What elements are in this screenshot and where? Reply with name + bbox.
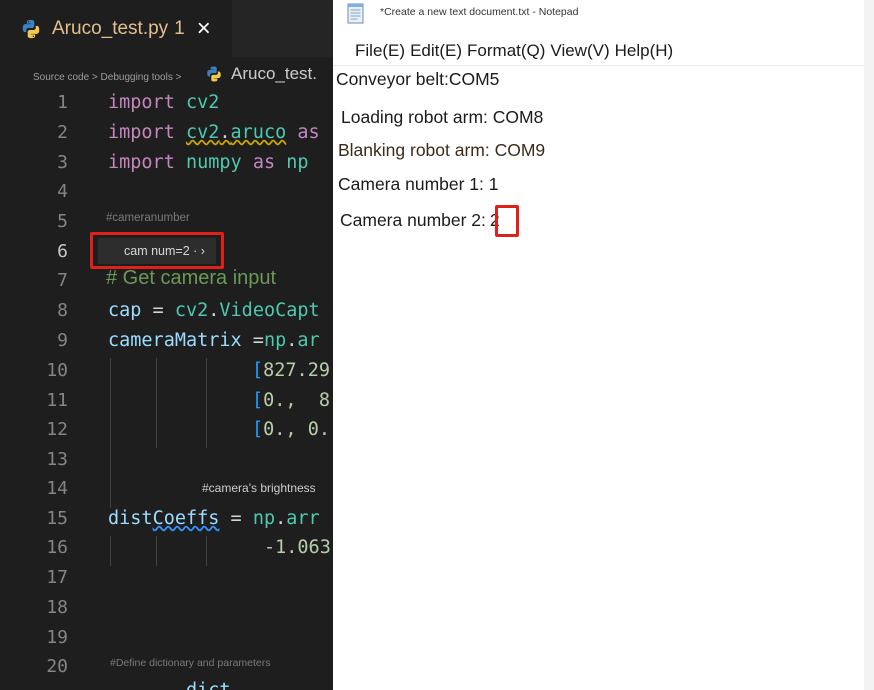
window-title: *Create a new text document.txt - Notepa…	[380, 6, 579, 18]
code-text: import cv2	[108, 92, 220, 113]
code-line[interactable]: 4	[0, 177, 333, 207]
close-icon[interactable]: ×	[197, 15, 211, 43]
line-number: 9	[57, 330, 68, 351]
code-line[interactable]: 13	[0, 445, 333, 475]
notepad-window[interactable]: *Create a new text document.txt - Notepa…	[333, 0, 864, 690]
line-number: 12	[46, 419, 68, 440]
text-line-camera-2: Camera number 2: 2	[340, 210, 500, 231]
code-line[interactable]: 17	[0, 563, 333, 593]
line-number: 10	[46, 360, 68, 381]
text-line-conveyor: Conveyor belt:COM5	[336, 69, 500, 89]
line-number: 18	[46, 597, 68, 618]
code-text: distCoeffs = np.arr	[108, 508, 320, 529]
menu-file[interactable]: File(E)	[355, 41, 405, 61]
camera-brightness-comment: #camera's brightness	[202, 481, 316, 495]
cam-num-highlight-box	[90, 232, 224, 269]
tab-aruco-test[interactable]: Aruco_test.py 1 ×	[0, 0, 232, 57]
line-number: 5	[57, 211, 68, 232]
code-line[interactable]: 11 [0., 8	[0, 386, 333, 416]
code-line[interactable]: 15 distCoeffs = np.arr	[0, 504, 333, 534]
line-number: 16	[46, 537, 68, 558]
code-editor[interactable]: Aruco_test.py 1 × Source code > Debuggin…	[0, 0, 333, 690]
code-text: cap = cv2.VideoCapt	[108, 300, 320, 321]
code-text: import numpy as np	[108, 152, 309, 173]
code-line[interactable]: 3 import numpy as np	[0, 148, 333, 178]
python-logo-icon	[22, 19, 40, 38]
code-line[interactable]: 2 import cv2.aruco as	[0, 118, 333, 148]
line-number: 1	[57, 92, 68, 113]
notepad-icon	[347, 3, 364, 24]
code-line[interactable]: 19	[0, 623, 333, 653]
code-text: import cv2.aruco as	[108, 122, 320, 143]
line-number: 3	[57, 152, 68, 173]
menu-edit[interactable]: Edit(E)	[410, 41, 462, 61]
line-number: 4	[57, 181, 68, 202]
line-number: 13	[46, 449, 68, 470]
problem-count-badge: 1	[174, 17, 185, 39]
camera-2-highlight-box	[495, 205, 519, 237]
code-line[interactable]: 12 [0., 0.	[0, 415, 333, 445]
code-text: [0., 0.	[252, 419, 330, 440]
line-number: 17	[46, 567, 68, 588]
code-text: [827.29	[252, 360, 330, 381]
line-number: 6	[57, 241, 68, 262]
code-text: [0., 8	[252, 390, 330, 411]
code-line[interactable]: 10 [827.29	[0, 356, 333, 386]
code-text: cameraMatrix =np.ar	[108, 330, 320, 351]
line-number: 14	[46, 478, 68, 499]
second-file-tab[interactable]: Aruco_test.	[205, 64, 317, 84]
line-number: 7	[57, 270, 68, 291]
get-camera-input-comment: # Get camera input	[106, 267, 277, 289]
code-line[interactable]: 18	[0, 593, 333, 623]
camera-2-label: Camera number 2:	[340, 210, 486, 230]
line-number: 11	[46, 390, 68, 411]
text-line-blanking-arm: Blanking robot arm: COM9	[338, 140, 546, 160]
notepad-titlebar[interactable]: *Create a new text document.txt - Notepa…	[333, 0, 864, 32]
line-number: 20	[46, 656, 68, 677]
python-logo-icon	[207, 66, 221, 82]
partial-code-text: dict	[186, 676, 231, 690]
text-line-loading-arm: Loading robot arm: COM8	[341, 107, 544, 127]
menu-help[interactable]: Help(H)	[615, 41, 674, 61]
window-edge	[864, 0, 874, 690]
line-number: 2	[57, 122, 68, 143]
second-file-title: Aruco_test.	[231, 64, 317, 83]
code-line[interactable]: 1 import cv2	[0, 88, 333, 118]
line-number: 19	[46, 627, 68, 648]
breadcrumb[interactable]: Source code > Debugging tools >	[33, 72, 181, 83]
code-line[interactable]: 9 cameraMatrix =np.ar	[0, 326, 333, 356]
tab-title: Aruco_test.py	[52, 17, 169, 39]
cameranumber-comment: #cameranumber	[106, 212, 190, 224]
menu-divider	[333, 65, 864, 66]
line-number: 8	[57, 300, 68, 321]
code-line[interactable]: 16 -1.063	[0, 533, 333, 563]
code-line[interactable]: 8 cap = cv2.VideoCapt	[0, 296, 333, 326]
editor-tab-bar: Aruco_test.py 1 ×	[0, 0, 333, 57]
menu-format[interactable]: Format(Q)	[467, 41, 545, 61]
text-line-camera-1: Camera number 1: 1	[338, 174, 499, 194]
menu-bar: File(E) Edit(E) Format(Q) View(V) Help(H…	[355, 41, 673, 61]
menu-view[interactable]: View(V)	[550, 41, 609, 61]
line-number: 15	[46, 508, 68, 529]
code-text: -1.063	[264, 537, 331, 558]
define-dictionary-comment: #Define dictionary and parameters	[110, 657, 271, 669]
